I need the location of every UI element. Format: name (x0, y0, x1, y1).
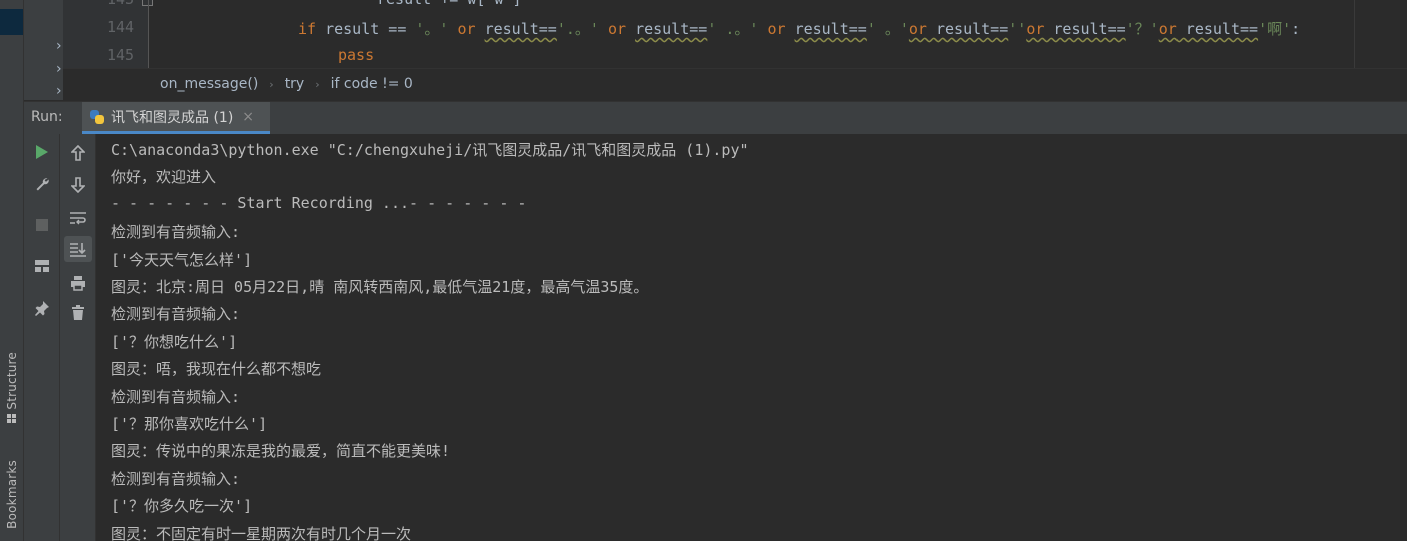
console-line: ['今天天气怎么样'] (111, 251, 253, 269)
line-number: 143 (107, 0, 163, 8)
line-number: 144 (107, 18, 135, 36)
layout-icon (35, 260, 49, 272)
console-line: ['？那你喜欢吃什么'] (111, 415, 268, 433)
console-line: ['？你想吃什么'] (111, 333, 238, 351)
chevron-right-icon[interactable]: › (56, 84, 62, 98)
run-icon (36, 145, 48, 159)
clear-all-button[interactable] (64, 300, 92, 326)
run-console-output[interactable]: C:\anaconda3\python.exe "C:/chengxuheji/… (96, 134, 1407, 541)
wrench-icon (36, 178, 49, 191)
restore-layout-button[interactable] (28, 253, 56, 279)
scroll-to-end-icon (70, 243, 86, 257)
console-line: 你好，欢迎进入 (111, 168, 217, 186)
structure-tab-label: Structure (5, 352, 19, 410)
run-tab-title: 讯飞和图灵成品 (1) (111, 109, 234, 126)
console-line: 检测到有音频输入: (111, 223, 241, 241)
console-line: - - - - - - - Start Recording ...- - - -… (111, 194, 527, 212)
bookmarks-side-tab[interactable]: Bookmarks (2, 460, 22, 529)
next-occurrence-button[interactable] (64, 172, 92, 198)
line-number-gutter: 143 144 145 (63, 0, 148, 68)
console-line: 图灵：不固定有时一星期两次有时几个月一次 (111, 525, 412, 541)
left-tool-strip: Structure Bookmarks (0, 0, 24, 541)
edit-configuration-button[interactable] (28, 171, 56, 197)
code-line-144[interactable]: if result == '。' or result=='.。' or resu… (298, 18, 1300, 39)
console-line: 检测到有音频输入: (111, 388, 241, 406)
breadcrumb-separator-icon: › (269, 77, 274, 91)
fold-guide (148, 0, 149, 68)
code-line-143[interactable]: result += w['w'] (377, 0, 522, 8)
scroll-to-end-button[interactable] (64, 236, 92, 262)
breadcrumb-item-on-message[interactable]: on_message() (160, 76, 258, 92)
stop-icon (36, 219, 48, 231)
project-selection-marker (0, 9, 23, 35)
chevron-right-icon[interactable]: › (56, 39, 62, 53)
arrow-down-icon (71, 177, 85, 193)
breadcrumb-separator-icon: › (315, 77, 320, 91)
print-button[interactable] (64, 270, 92, 296)
print-icon (71, 276, 85, 291)
run-toolbar-right (60, 134, 96, 541)
console-line: 图灵：唔，我现在什么都不想吃 (111, 360, 322, 378)
pin-tab-button[interactable] (28, 295, 56, 321)
python-icon (89, 109, 105, 125)
soft-wrap-button[interactable] (64, 205, 92, 231)
rerun-button[interactable] (28, 139, 56, 165)
console-line: 图灵：传说中的果冻是我的最爱，简直不能更美味! (111, 442, 451, 460)
code-line-145[interactable]: pass (338, 46, 374, 64)
pin-icon (35, 301, 49, 316)
soft-wrap-icon (70, 212, 86, 225)
structure-icon (7, 413, 17, 424)
run-configuration-tab[interactable]: 讯飞和图灵成品 (1) × (82, 102, 270, 134)
structure-side-tab[interactable]: Structure (2, 352, 22, 424)
code-editor[interactable]: › › › 143 144 145 result += w['w'] if re… (24, 0, 1407, 100)
stop-button[interactable] (28, 212, 56, 238)
right-margin-guide (1354, 0, 1355, 68)
breadcrumb-item-if-code[interactable]: if code != 0 (331, 76, 413, 92)
line-number: 145 (107, 46, 135, 64)
project-tree-collapsed: › › › (24, 0, 63, 100)
console-line: 检测到有音频输入: (111, 305, 241, 323)
previous-occurrence-button[interactable] (64, 140, 92, 166)
run-label: Run: (31, 109, 63, 125)
run-tool-window-header: Run: 讯飞和图灵成品 (1) × (24, 101, 1407, 135)
run-toolbar-left (24, 134, 60, 541)
breadcrumb: on_message() › try › if code != 0 (63, 68, 1407, 101)
bookmarks-tab-label: Bookmarks (5, 460, 19, 529)
console-line: ['？你多久吃一次'] (111, 497, 253, 515)
breadcrumb-item-try[interactable]: try (285, 76, 305, 92)
close-icon[interactable]: × (242, 109, 254, 125)
console-line: C:\anaconda3\python.exe "C:/chengxuheji/… (111, 141, 749, 159)
console-line: 图灵：北京:周日 05月22日,晴 南风转西南风,最低气温21度，最高气温35度… (111, 278, 649, 296)
console-line: 检测到有音频输入: (111, 470, 241, 488)
arrow-up-icon (71, 145, 85, 161)
trash-icon (72, 305, 84, 320)
chevron-right-icon[interactable]: › (56, 62, 62, 76)
